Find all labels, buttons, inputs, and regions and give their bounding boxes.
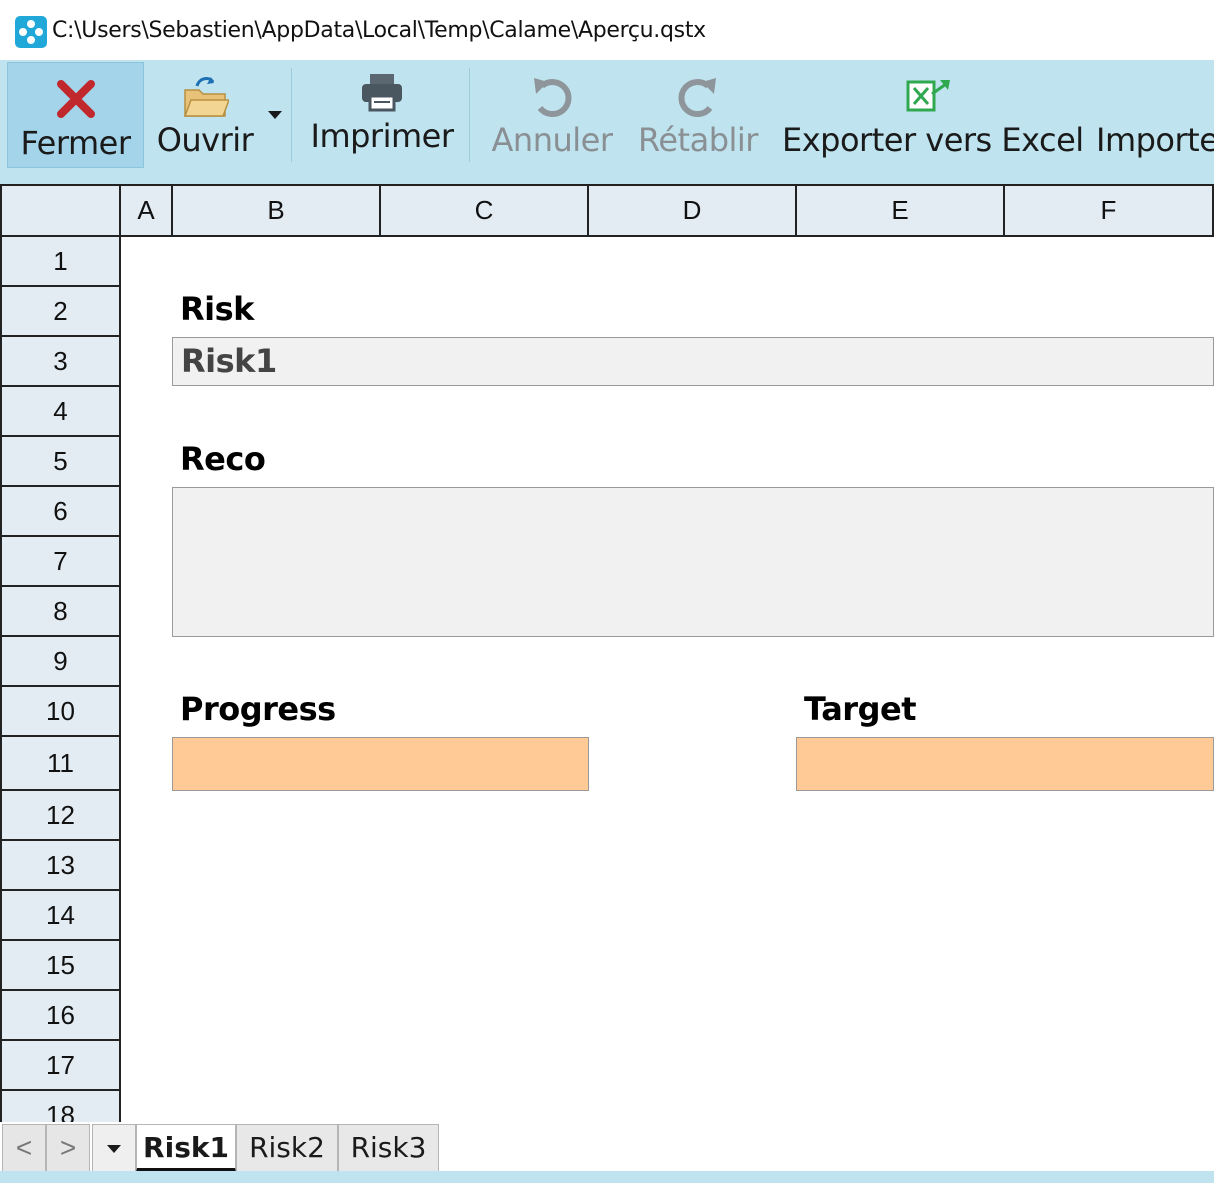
row-header-1[interactable]: 1 (0, 237, 121, 287)
row-header-8[interactable]: 8 (0, 587, 121, 637)
redo-button[interactable]: Rétablir (634, 60, 762, 184)
row-header-12[interactable]: 12 (0, 791, 121, 841)
column-header-d[interactable]: D (589, 184, 797, 237)
undo-arrow-icon (534, 78, 572, 118)
export-excel-button-label: Exporter vers Excel (782, 121, 1084, 159)
risk-field[interactable]: Risk1 (172, 337, 1214, 386)
row-header-17[interactable]: 17 (0, 1041, 121, 1091)
row-header-3[interactable]: 3 (0, 337, 121, 387)
open-button-label: Ouvrir (156, 121, 254, 159)
progress-label: Progress (180, 690, 336, 728)
reco-field[interactable] (172, 487, 1214, 637)
open-folder-icon (183, 77, 229, 117)
row-header-11[interactable]: 11 (0, 737, 121, 791)
column-header-e[interactable]: E (797, 184, 1005, 237)
row-header-6[interactable]: 6 (0, 487, 121, 537)
row-header-7[interactable]: 7 (0, 537, 121, 587)
row-header-18[interactable]: 18 (0, 1091, 121, 1122)
reco-label: Reco (180, 440, 266, 478)
toolbar-separator (469, 68, 470, 162)
row-header-4[interactable]: 4 (0, 387, 121, 437)
column-header-f[interactable]: F (1005, 184, 1214, 237)
row-header-10[interactable]: 10 (0, 687, 121, 737)
row-header-16[interactable]: 16 (0, 991, 121, 1041)
import-button[interactable]: Importe (1096, 60, 1214, 184)
column-header-a[interactable]: A (121, 184, 173, 237)
chevron-down-icon (107, 1145, 121, 1153)
sheet-tab-risk3[interactable]: Risk3 (338, 1124, 439, 1172)
prev-sheet-button[interactable]: < (2, 1124, 46, 1172)
print-button-label: Imprimer (310, 117, 454, 155)
print-button[interactable]: Imprimer (306, 60, 458, 184)
row-header-13[interactable]: 13 (0, 841, 121, 891)
close-button-label: Fermer (20, 124, 131, 162)
target-field[interactable] (796, 737, 1214, 791)
progress-field[interactable] (172, 737, 589, 791)
import-button-label: Importe (1096, 121, 1214, 159)
window-title: C:\Users\Sebastien\AppData\Local\Temp\Ca… (52, 18, 706, 43)
status-bar (0, 1171, 1214, 1183)
row-header-2[interactable]: 2 (0, 287, 121, 337)
column-header-b[interactable]: B (173, 184, 381, 237)
sheet-tab-risk1[interactable]: Risk1 (136, 1124, 236, 1172)
sheet-tab-risk2[interactable]: Risk2 (236, 1124, 338, 1172)
printer-icon (362, 74, 402, 112)
risk-field-value: Risk1 (181, 342, 277, 380)
undo-button[interactable]: Annuler (488, 60, 616, 184)
close-button[interactable]: Fermer (7, 62, 144, 168)
sheet-list-dropdown[interactable] (92, 1124, 136, 1172)
target-label: Target (804, 690, 916, 728)
risk-label: Risk (180, 290, 254, 328)
excel-export-icon (906, 80, 950, 112)
title-bar: C:\Users\Sebastien\AppData\Local\Temp\Ca… (0, 0, 1214, 60)
row-header-14[interactable]: 14 (0, 891, 121, 941)
app-logo-icon (15, 16, 47, 48)
row-header-5[interactable]: 5 (0, 437, 121, 487)
row-header-15[interactable]: 15 (0, 941, 121, 991)
export-excel-button[interactable]: Exporter vers Excel (782, 60, 1084, 184)
open-dropdown-arrow[interactable] (268, 111, 282, 119)
redo-arrow-icon (678, 78, 716, 118)
row-header-9[interactable]: 9 (0, 637, 121, 687)
column-header-c[interactable]: C (381, 184, 589, 237)
next-sheet-button[interactable]: > (46, 1124, 90, 1172)
toolbar-separator (291, 68, 292, 162)
open-button[interactable]: Ouvrir (152, 60, 258, 184)
redo-button-label: Rétablir (638, 121, 758, 159)
grid-corner[interactable] (0, 184, 121, 237)
close-x-icon (56, 80, 95, 118)
undo-button-label: Annuler (491, 121, 613, 159)
toolbar: Fermer Ouvrir Imprimer Annuler Rétablir … (0, 60, 1214, 184)
